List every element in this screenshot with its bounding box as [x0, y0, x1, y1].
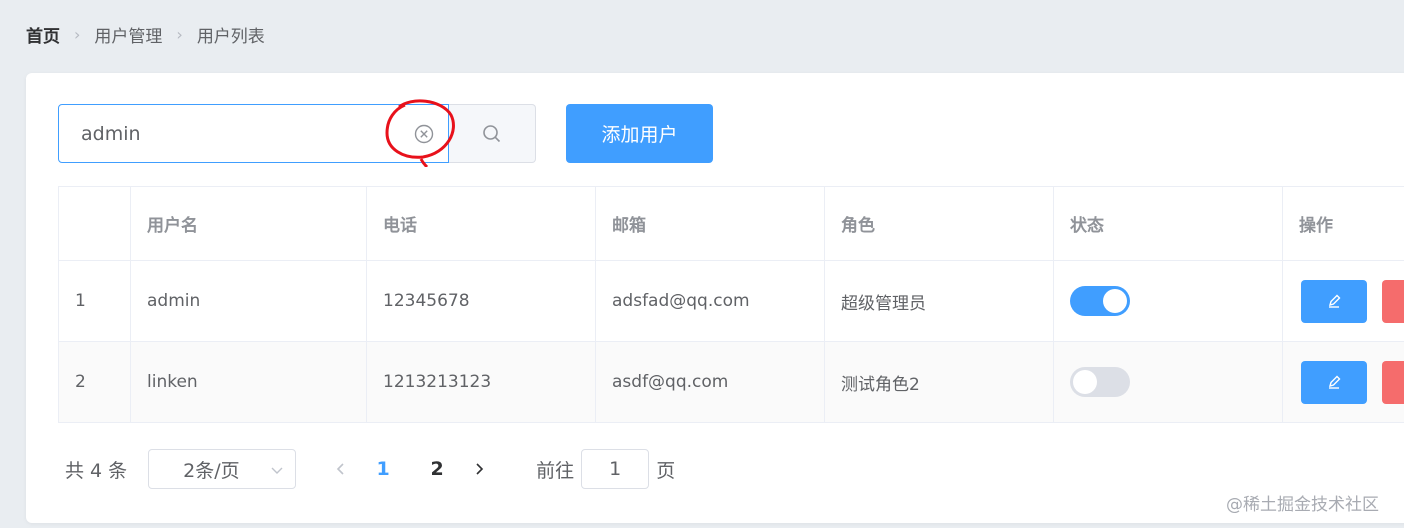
row-index: 1 — [59, 261, 131, 341]
row-username: admin — [131, 261, 367, 341]
chevron-right-icon: › — [176, 24, 183, 44]
header-status: 状态 — [1054, 187, 1283, 260]
pagination: 共 4 条 2条/页 1 2 前往 1 页 — [65, 448, 675, 490]
chevron-right-icon — [476, 463, 484, 475]
search-input[interactable] — [59, 105, 411, 162]
breadcrumb-home[interactable]: 首页 — [26, 22, 60, 47]
search-input-wrapper — [58, 99, 455, 167]
status-toggle[interactable] — [1070, 367, 1130, 397]
toggle-knob — [1103, 289, 1127, 313]
content-card: 添加用户 用户名 电话 邮箱 角色 状态 操作 1 admin 12345678… — [26, 73, 1404, 523]
user-table: 用户名 电话 邮箱 角色 状态 操作 1 admin 12345678 adsf… — [58, 186, 1404, 423]
header-phone: 电话 — [367, 187, 596, 260]
row-actions — [1283, 342, 1404, 422]
watermark: @稀土掘金技术社区 — [1226, 495, 1379, 515]
header-username: 用户名 — [131, 187, 367, 260]
table-row: 2 linken 1213213123 asdf@qq.com 测试角色2 — [59, 342, 1404, 423]
table-header: 用户名 电话 邮箱 角色 状态 操作 — [59, 187, 1404, 261]
row-role: 测试角色2 — [825, 342, 1054, 422]
search-button[interactable] — [449, 104, 536, 163]
row-role: 超级管理员 — [825, 261, 1054, 341]
search-box — [58, 99, 536, 167]
status-toggle[interactable] — [1070, 286, 1130, 316]
chevron-down-icon — [271, 467, 283, 474]
edit-icon — [1328, 375, 1341, 389]
header-role: 角色 — [825, 187, 1054, 260]
edit-icon — [1328, 294, 1341, 308]
breadcrumb-user-list: 用户列表 — [196, 26, 265, 47]
edit-button[interactable] — [1301, 360, 1367, 404]
delete-button[interactable] — [1382, 279, 1404, 323]
header-email: 邮箱 — [596, 187, 825, 260]
prev-page-button[interactable] — [326, 461, 356, 477]
page-number-1[interactable]: 1 — [356, 458, 410, 480]
row-username: linken — [131, 342, 367, 422]
row-index: 2 — [59, 342, 131, 422]
row-phone: 1213213123 — [367, 342, 596, 422]
table-row: 1 admin 12345678 adsfad@qq.com 超级管理员 — [59, 261, 1404, 342]
row-phone: 12345678 — [367, 261, 596, 341]
goto-page-input[interactable]: 1 — [581, 449, 650, 489]
goto-label: 前往 — [536, 459, 575, 482]
page-unit-label: 页 — [656, 459, 676, 482]
edit-button[interactable] — [1301, 279, 1367, 323]
breadcrumb-user-management: 用户管理 — [94, 26, 163, 47]
delete-button[interactable] — [1382, 360, 1404, 404]
row-email: asdf@qq.com — [596, 342, 825, 422]
red-annotation-circle — [385, 99, 455, 167]
add-user-button[interactable]: 添加用户 — [566, 104, 713, 163]
next-page-button[interactable] — [464, 461, 494, 477]
chevron-right-icon: › — [74, 24, 81, 44]
row-status-cell — [1054, 342, 1283, 422]
breadcrumb: 首页 › 用户管理 › 用户列表 — [26, 22, 265, 47]
page-number-2[interactable]: 2 — [410, 458, 464, 480]
page-size-value: 2条/页 — [183, 459, 240, 482]
header-index — [59, 187, 131, 260]
chevron-left-icon — [337, 463, 344, 475]
search-icon — [483, 124, 501, 142]
header-actions: 操作 — [1299, 216, 1333, 236]
row-actions — [1283, 261, 1404, 341]
toggle-knob — [1073, 370, 1097, 394]
row-email: adsfad@qq.com — [596, 261, 825, 341]
total-count: 共 4 条 — [65, 459, 128, 482]
page-size-select[interactable]: 2条/页 — [148, 449, 297, 489]
row-status-cell — [1054, 261, 1283, 341]
